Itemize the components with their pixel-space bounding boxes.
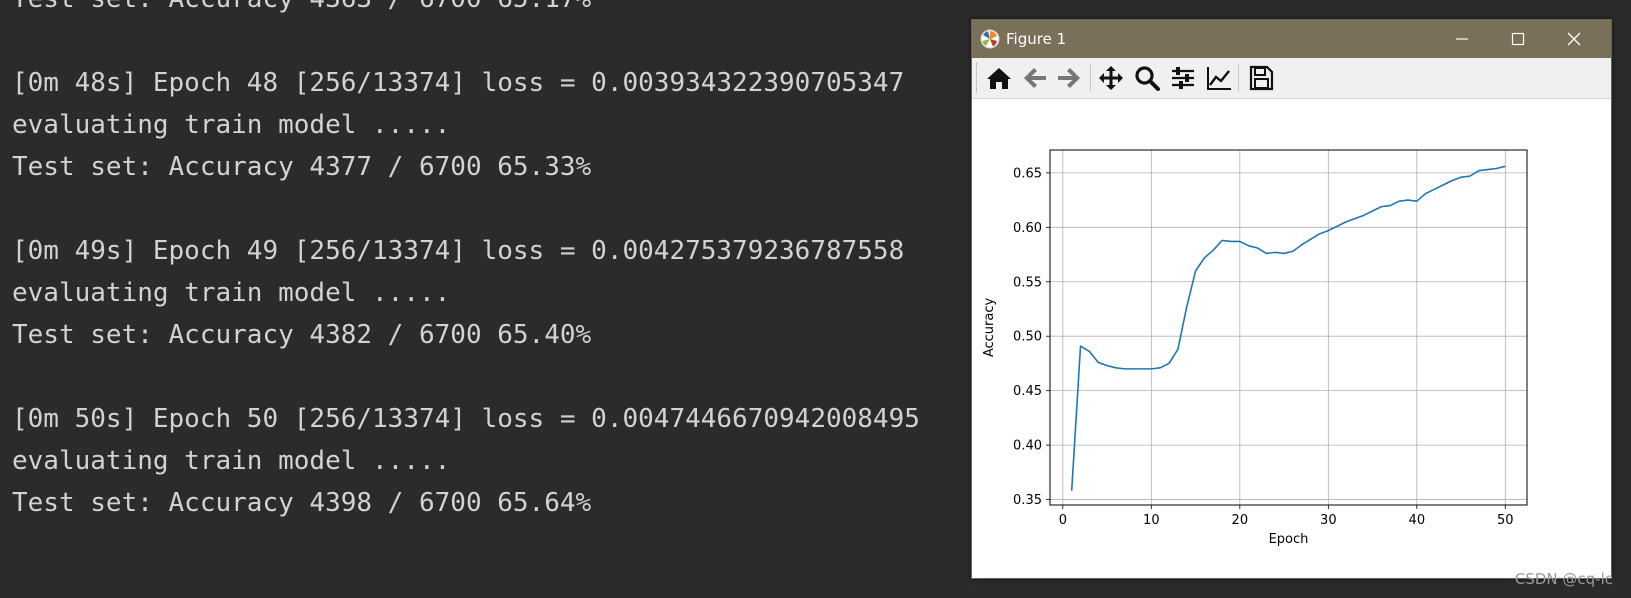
- x-tick-label: 0: [1059, 513, 1067, 528]
- pan-button[interactable]: [1094, 62, 1128, 94]
- maximize-icon: [1511, 32, 1525, 46]
- close-button[interactable]: [1546, 20, 1602, 58]
- axis-ticks: 0 10 20 30 40 50 0.35 0.40 0.45 0.50 0.55 0.60 0.65: [1013, 166, 1514, 528]
- arrow-left-icon: [1024, 68, 1046, 88]
- watermark: CSDN @cq-lc: [1514, 570, 1613, 588]
- save-button[interactable]: [1244, 62, 1278, 94]
- figure-window: Figure 1 0 10 20 30 40 50 0.35 0.40 0.45…: [971, 19, 1612, 579]
- y-tick-label: 0.40: [1013, 439, 1042, 454]
- magnifier-icon: [1135, 66, 1160, 91]
- x-axis-label: Epoch: [1269, 532, 1309, 547]
- arrow-right-icon: [1058, 68, 1080, 88]
- back-button[interactable]: [1018, 62, 1052, 94]
- y-tick-label: 0.55: [1013, 275, 1042, 290]
- window-title: Figure 1: [1006, 30, 1067, 48]
- console-line: [0m 50s] Epoch 50 [256/13374] loss = 0.0…: [12, 404, 920, 434]
- console-line: evaluating train model .....: [12, 446, 451, 476]
- y-tick-label: 0.65: [1013, 166, 1042, 181]
- floppy-disk-icon: [1249, 65, 1274, 91]
- accuracy-series-line: [1070, 165, 1506, 491]
- accuracy-line-chart[interactable]: 0 10 20 30 40 500.350.400.450.500.550.600.65 …: [972, 99, 1611, 578]
- y-axis-label: Accuracy: [982, 298, 997, 358]
- console-line: Test set: Accuracy 4398 / 6700 65.64%: [12, 488, 592, 518]
- x-tick-label: 30: [1320, 513, 1337, 528]
- move-icon: [1099, 66, 1123, 90]
- y-tick-label: 0.35: [1013, 493, 1042, 508]
- navigation-toolbar: [972, 58, 1611, 99]
- zoom-button[interactable]: [1130, 62, 1164, 94]
- minimize-button[interactable]: [1434, 20, 1490, 58]
- console-line: evaluating train model .....: [12, 110, 451, 140]
- axes-frame: [1049, 149, 1528, 506]
- customize-button[interactable]: [1202, 62, 1236, 94]
- console-line: evaluating train model .....: [12, 278, 451, 308]
- home-button[interactable]: [982, 62, 1016, 94]
- subplots-button[interactable]: [1166, 62, 1200, 94]
- console-line: [0m 49s] Epoch 49 [256/13374] loss = 0.0…: [12, 236, 905, 266]
- y-tick-label: 0.50: [1013, 330, 1042, 345]
- forward-button[interactable]: [1052, 62, 1086, 94]
- console-line: Test set: Accuracy 4363 / 6700 65.17%: [12, 0, 591, 16]
- figure-canvas[interactable]: 0 10 20 30 40 50 0.35 0.40 0.45 0.50 0.55 0.60 0.65 …: [972, 99, 1611, 578]
- y-tick-label: 0.45: [1013, 384, 1042, 399]
- grid-lines: [1050, 150, 1527, 505]
- series-layer: [1070, 165, 1506, 491]
- close-icon: [1567, 32, 1581, 46]
- x-tick-label: 50: [1497, 513, 1514, 528]
- y-tick-label: 0.60: [1013, 221, 1042, 236]
- x-tick-label: 20: [1232, 513, 1249, 528]
- line-chart-icon: [1207, 67, 1231, 90]
- console-line: [0m 48s] Epoch 48 [256/13374] loss = 0.0…: [12, 68, 905, 98]
- toolbar-separator: [1238, 64, 1239, 92]
- title-bar[interactable]: Figure 1: [972, 20, 1611, 58]
- toolbar-separator: [1090, 64, 1091, 92]
- minimize-icon: [1456, 38, 1468, 40]
- home-icon: [987, 68, 1011, 89]
- toolbar-grip[interactable]: [976, 63, 979, 93]
- x-tick-label: 40: [1409, 513, 1426, 528]
- console-line: Test set: Accuracy 4382 / 6700 65.40%: [12, 320, 592, 350]
- maximize-button[interactable]: [1490, 20, 1546, 58]
- sliders-icon: [1172, 67, 1194, 89]
- matplotlib-logo-icon: [980, 29, 1000, 49]
- console-line: Test set: Accuracy 4377 / 6700 65.33%: [12, 152, 592, 182]
- x-tick-label: 10: [1143, 513, 1160, 528]
- console-output: Test set: Accuracy 4363 / 6700 65.17% [0m…: [0, 0, 960, 598]
